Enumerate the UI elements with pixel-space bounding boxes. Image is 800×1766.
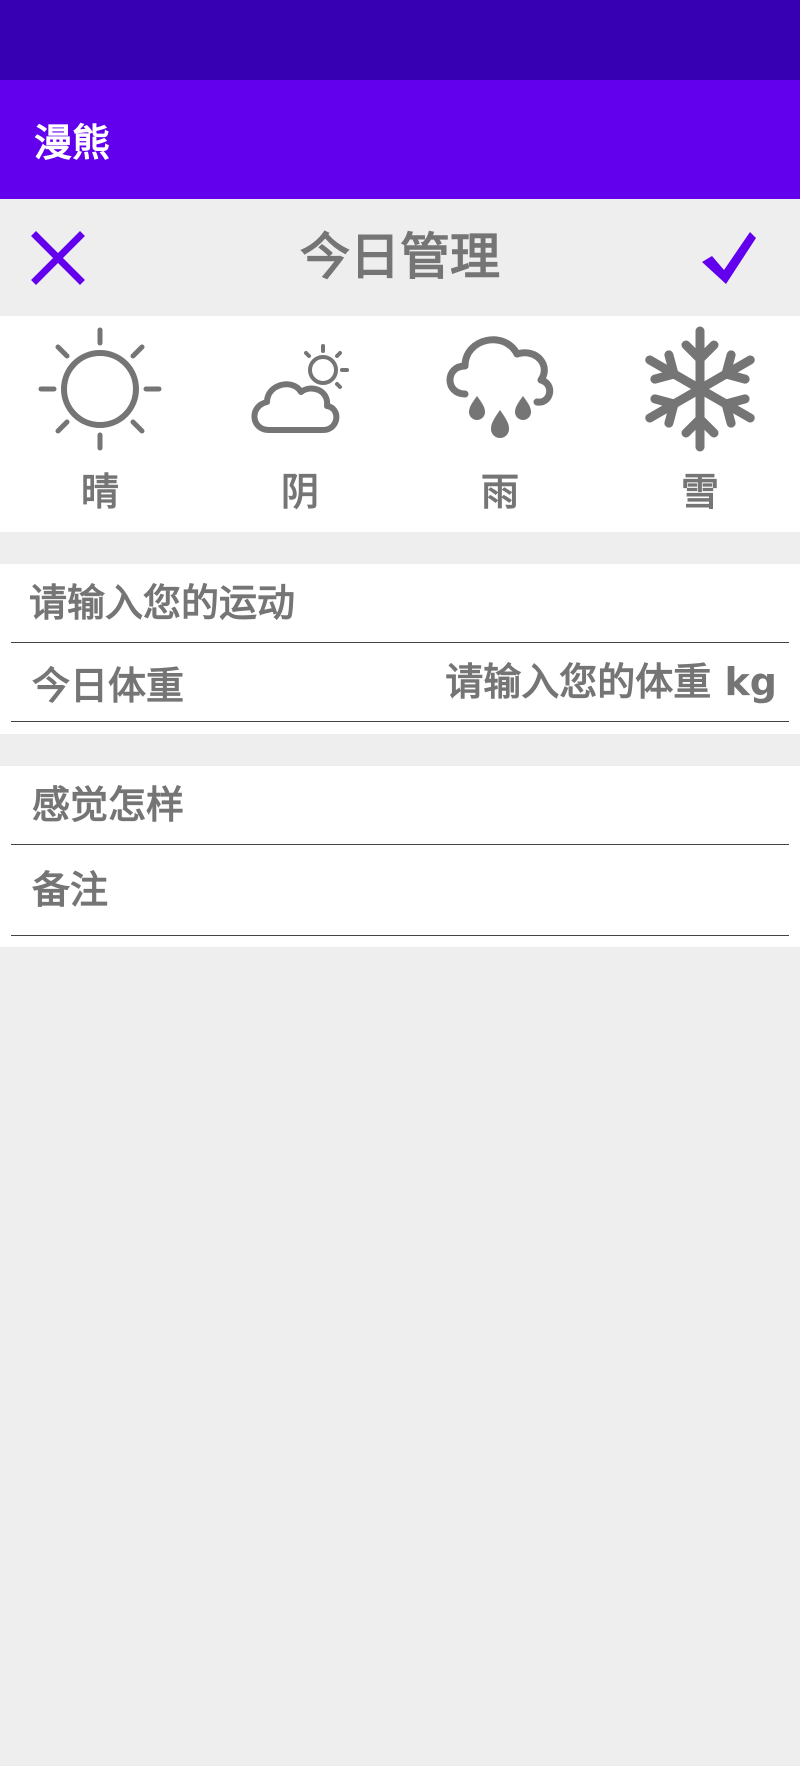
app-title: 漫熊 <box>34 121 111 165</box>
sport-row <box>11 564 789 643</box>
weather-option-snow[interactable]: 雪 <box>600 316 800 532</box>
feeling-input[interactable] <box>11 766 789 844</box>
status-bar <box>0 0 800 80</box>
note-input[interactable] <box>11 845 789 935</box>
snowflake-icon <box>645 326 755 452</box>
feeling-note-section <box>0 766 800 947</box>
rain-icon <box>446 336 554 438</box>
sport-input[interactable] <box>11 564 789 642</box>
weather-option-cloudy[interactable]: 阴 <box>200 316 400 532</box>
confirm-button[interactable] <box>698 226 762 290</box>
checkmark-icon <box>702 232 756 284</box>
close-button[interactable] <box>26 226 90 290</box>
weather-label-snow: 雪 <box>680 470 719 514</box>
weight-input[interactable] <box>311 643 789 721</box>
weight-label: 今日体重 <box>32 663 185 708</box>
weather-selector: 晴 阴 雨 雪 <box>0 316 800 532</box>
weather-option-rain[interactable]: 雨 <box>400 316 600 532</box>
weather-label-sunny: 晴 <box>80 470 119 514</box>
page-title: 今日管理 <box>300 228 500 286</box>
cloud-sun-icon <box>251 344 349 433</box>
weather-option-sunny[interactable]: 晴 <box>0 316 200 532</box>
exercise-weight-section: 今日体重 <box>0 564 800 734</box>
weight-row: 今日体重 <box>11 643 789 722</box>
page-header: 今日管理 <box>0 199 800 316</box>
app-bar: 漫熊 <box>0 80 800 199</box>
feeling-row <box>11 766 789 845</box>
sun-icon <box>38 327 162 451</box>
note-row <box>11 845 789 936</box>
weather-label-cloudy: 阴 <box>280 470 319 514</box>
weather-label-rain: 雨 <box>480 470 519 514</box>
close-icon <box>31 231 85 285</box>
